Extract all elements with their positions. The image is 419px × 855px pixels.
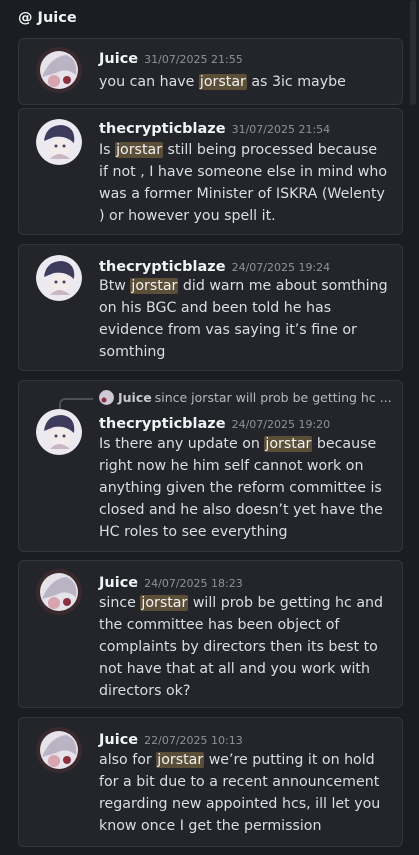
message-timestamp: 22/07/2025 10:13 (144, 734, 243, 747)
mention-highlight: jorstar (264, 436, 313, 452)
reply-text: since jorstar will prob be getting hc ..… (154, 390, 392, 405)
message-timestamp: 24/07/2025 19:20 (231, 418, 331, 431)
message-author[interactable]: thecrypticblaze (99, 121, 226, 137)
message-author[interactable]: Juice (99, 575, 138, 591)
avatar[interactable] (36, 119, 82, 165)
mention-highlight: jorstar (115, 142, 164, 158)
message-text-part: Btw (99, 278, 131, 294)
mention-highlight: jorstar (198, 74, 247, 90)
message-text: Btw jorstar did warn me about somthing o… (99, 275, 389, 363)
scrollbar-track[interactable] (410, 0, 416, 855)
message-text-part: as 3ic maybe (246, 74, 346, 90)
avatar[interactable] (36, 727, 82, 773)
message-text: since jorstar will prob be getting hc an… (99, 592, 389, 702)
message-author[interactable]: Juice (99, 51, 138, 67)
message-text-part: Is (99, 142, 116, 158)
message-card[interactable]: thecrypticblaze 24/07/2025 19:24 Btw jors… (18, 244, 403, 371)
message-text: you can have jorstar as 3ic maybe (99, 71, 389, 93)
message-text-part: you can have (99, 74, 199, 90)
reply-avatar (99, 390, 114, 405)
message-text: Is there any update on jorstar because r… (99, 433, 389, 543)
avatar[interactable] (36, 47, 82, 93)
message-text-part: since (99, 595, 141, 611)
message-card[interactable]: Juice since jorstar will prob be getting … (18, 380, 403, 552)
message-card[interactable]: Juice 31/07/2025 21:55 you can have jorst… (18, 38, 403, 105)
message-author[interactable]: thecrypticblaze (99, 416, 226, 432)
mention-highlight: jorstar (130, 278, 179, 294)
avatar[interactable] (36, 569, 82, 615)
message-text-part: Is there any update on (99, 436, 265, 452)
message-card[interactable]: Juice 24/07/2025 18:23 since jorstar will… (18, 560, 403, 708)
message-card[interactable]: thecrypticblaze 31/07/2025 21:54 Is jorst… (18, 108, 403, 235)
mention-highlight: jorstar (156, 752, 205, 768)
avatar[interactable] (36, 255, 82, 301)
message-text-part: also for (99, 752, 157, 768)
message-timestamp: 24/07/2025 18:23 (144, 577, 243, 590)
scrollbar-thumb[interactable] (410, 0, 416, 105)
mention-highlight: jorstar (140, 595, 189, 611)
message-text: Is jorstar still being processed because… (99, 139, 389, 227)
message-timestamp: 24/07/2025 19:24 (231, 261, 331, 274)
message-card[interactable]: Juice 22/07/2025 10:13 also for jorstar w… (18, 717, 403, 847)
avatar[interactable] (36, 409, 82, 455)
message-author[interactable]: Juice (99, 732, 138, 748)
message-text: also for jorstar we’re putting it on hol… (99, 749, 389, 837)
message-timestamp: 31/07/2025 21:54 (231, 123, 331, 136)
message-timestamp: 31/07/2025 21:55 (144, 53, 243, 66)
message-author[interactable]: thecrypticblaze (99, 259, 226, 275)
reply-author: Juice (118, 390, 152, 405)
channel-title: @ Juice (18, 10, 77, 26)
reply-preview[interactable]: Juice since jorstar will prob be getting … (99, 390, 392, 405)
